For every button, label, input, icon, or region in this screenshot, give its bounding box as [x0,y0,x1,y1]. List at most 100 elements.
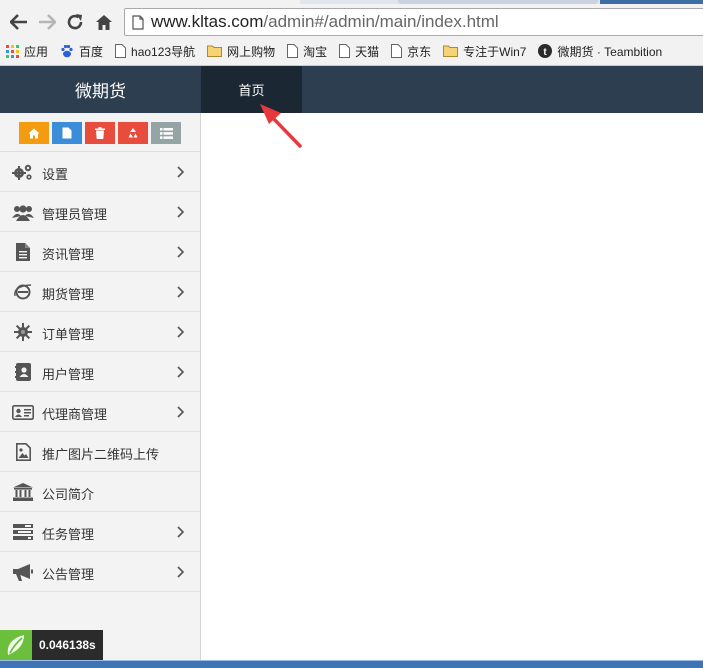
sidebar-item-announcements[interactable]: 公告管理 [0,552,200,592]
tab-strip [300,0,703,4]
sidebar-item-settings[interactable]: 设置 [0,152,200,192]
sidebar-item-futures[interactable]: 期货管理 [0,272,200,312]
shortcut-home-button[interactable] [19,122,49,144]
shortcut-recycle-button[interactable] [118,122,148,144]
chevron-right-icon [177,166,185,181]
chevron-right-icon [177,246,185,261]
bookmark-label: 专注于Win7 [463,44,527,59]
sidebar-item-label: 设置 [42,167,69,182]
users-icon [12,201,34,223]
sidebar-item-label: 订单管理 [42,327,95,342]
file-icon [62,127,72,139]
bookmark-label: 网上购物 [227,44,276,59]
bookmark-label: hao123导航 [131,44,196,59]
bookmark-win7-folder[interactable]: 专注于Win7 [437,40,532,62]
sidebar-item-orders[interactable]: 订单管理 [0,312,200,352]
trash-icon [95,127,105,139]
sidebar-item-label: 管理员管理 [42,207,108,222]
sidebar-item-company-intro[interactable]: 公司简介 [0,472,200,512]
sidebar-item-label: 公告管理 [42,567,95,582]
chevron-right-icon [177,206,185,221]
bookmarks-bar: 应用 百度 hao123导航 网上购物 淘宝 天猫 京东 专注于Win7 t 微… [0,38,703,64]
sidebar-item-news[interactable]: 资讯管理 [0,232,200,272]
bank-icon [12,481,34,503]
teambition-icon: t [538,44,553,58]
bookmark-tmall[interactable]: 天猫 [333,40,385,62]
forward-icon[interactable] [36,11,58,33]
bookmark-label: 应用 [24,44,49,59]
shortcut-trash-button[interactable] [85,122,115,144]
sidebar-item-label: 代理商管理 [42,407,108,422]
timer-badge: 0.046138s [0,630,103,660]
shortcut-list-button[interactable] [151,122,181,144]
bookmark-label: 京东 [407,44,432,59]
bookmark-label: 淘宝 [303,44,328,59]
image-file-icon [12,441,34,463]
bookmark-hao123[interactable]: hao123导航 [109,40,201,62]
sidebar-item-promo-upload[interactable]: 推广图片二维码上传 [0,432,200,472]
bookmark-shopping-folder[interactable]: 网上购物 [201,40,281,62]
sidebar-item-label: 公司简介 [42,487,95,502]
home-icon [28,128,40,138]
address-bar[interactable]: www.kltas.com/admin#/admin/main/index.ht… [124,8,703,36]
chevron-right-icon [177,366,185,381]
url-host: www.kltas.com [151,12,264,31]
bookmark-baidu[interactable]: 百度 [54,40,109,62]
shortcut-file-button[interactable] [52,122,82,144]
sidebar-item-users[interactable]: 用户管理 [0,352,200,392]
url-path: /admin#/admin/main/index.html [263,12,499,31]
bookmark-apps[interactable]: 应用 [0,40,54,62]
sidebar-item-label: 任务管理 [42,527,95,542]
list-icon [159,127,173,139]
back-icon[interactable] [8,11,30,33]
bookmark-taobao[interactable]: 淘宝 [281,40,333,62]
sidebar-item-label: 推广图片二维码上传 [42,447,160,462]
apps-grid-icon [6,44,19,58]
main-content [202,113,703,660]
bullhorn-icon [12,561,34,583]
page-icon [339,44,351,58]
page-icon [287,44,299,58]
sun-badge-icon [12,321,34,343]
bookmark-label: 百度 [79,44,104,59]
bookmark-label: 微期货 · Teambition [557,44,663,59]
contact-book-icon [12,361,34,383]
chevron-right-icon [177,526,185,541]
browser-chrome: www.kltas.com/admin#/admin/main/index.ht… [0,0,703,66]
taskbar-strip [0,660,703,668]
sidebar-item-admins[interactable]: 管理员管理 [0,192,200,232]
document-icon [12,241,34,263]
bookmark-jd[interactable]: 京东 [385,40,437,62]
id-card-icon [12,401,34,423]
page-icon [115,44,127,58]
folder-icon [443,45,459,57]
reload-icon[interactable] [64,11,86,33]
annotation-arrow-icon [260,104,302,148]
tasks-icon [12,521,34,543]
chevron-right-icon [177,566,185,581]
timer-value: 0.046138s [32,630,103,660]
bookmark-label: 天猫 [355,44,380,59]
folder-icon [207,45,223,57]
sidebar: 设置 管理员管理 资讯管理 期货管理 订单管理 用户管理 代理商管理 推广图片二… [0,113,201,660]
sidebar-item-agents[interactable]: 代理商管理 [0,392,200,432]
chevron-right-icon [177,406,185,421]
page-icon [391,44,403,58]
baidu-paw-icon [61,44,73,58]
sidebar-item-tasks[interactable]: 任务管理 [0,512,200,552]
shortcut-toolbar [0,113,200,152]
chevron-right-icon [177,286,185,301]
chevron-right-icon [177,326,185,341]
app-header: 微期货 首页 [0,66,703,113]
ie-globe-icon [12,281,34,303]
sidebar-item-label: 期货管理 [42,287,95,302]
page-icon [132,15,144,35]
sidebar-item-label: 资讯管理 [42,247,95,262]
bookmark-teambition[interactable]: t 微期货 · Teambition [532,40,668,62]
brand-title[interactable]: 微期货 [0,66,201,113]
sidebar-item-label: 用户管理 [42,367,95,382]
url-text: www.kltas.com/admin#/admin/main/index.ht… [151,12,499,32]
home-icon[interactable] [93,11,115,33]
gears-icon [12,161,34,183]
leaf-logo-icon [0,630,32,660]
